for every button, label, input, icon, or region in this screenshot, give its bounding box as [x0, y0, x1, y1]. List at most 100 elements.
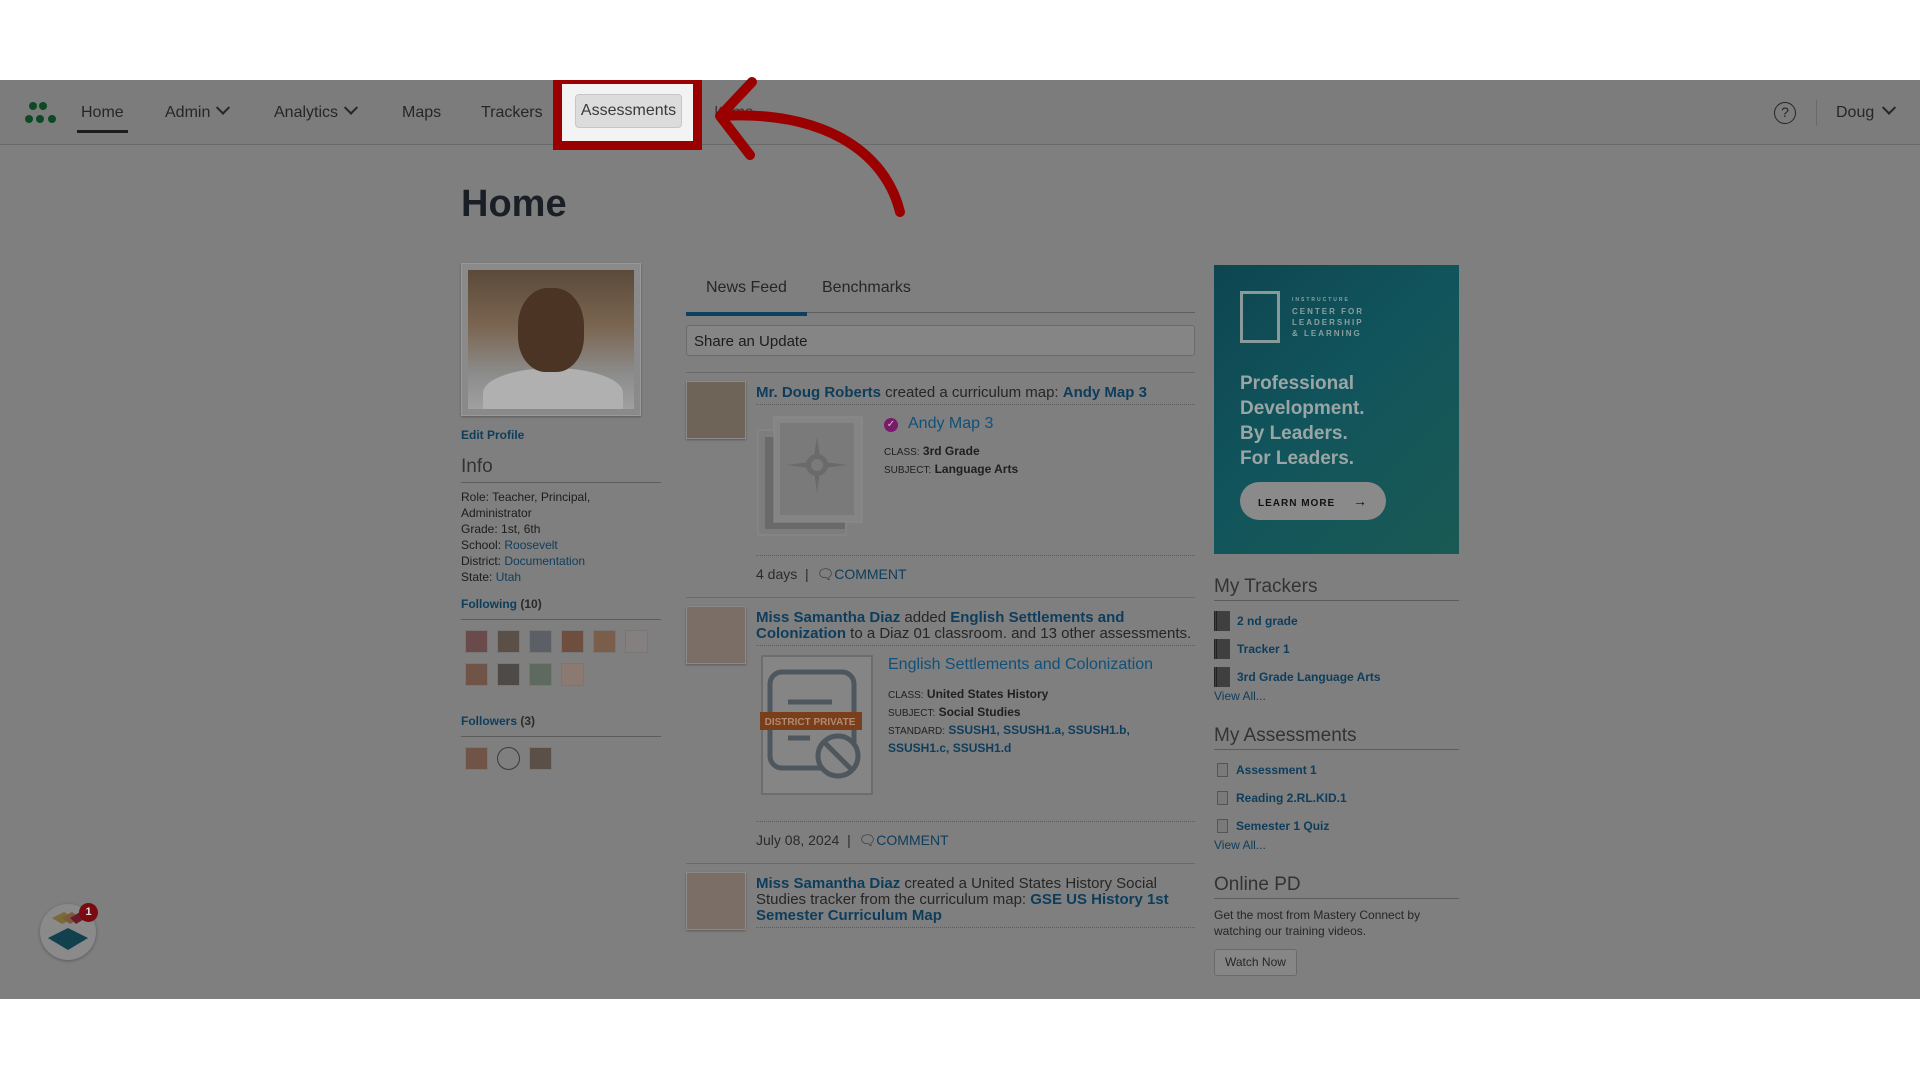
learn-more-button[interactable]: LEARN MORE → — [1240, 482, 1386, 520]
action-text: added — [900, 609, 951, 626]
curriculum-map-icon[interactable] — [756, 415, 866, 540]
document-icon — [1217, 819, 1228, 833]
feed-item-footer: July 08, 2024 | 🗨COMMENT — [756, 821, 1195, 863]
assessment-card: DISTRICT PRIVATE English Settlements and… — [756, 646, 1195, 821]
card-title-link[interactable]: Andy Map 3 — [908, 415, 993, 432]
avatar[interactable] — [465, 663, 488, 686]
avatar[interactable] — [497, 630, 520, 653]
assessments-view-all-link[interactable]: View All... — [1214, 838, 1459, 852]
nav-trackers[interactable]: Trackers — [481, 80, 543, 145]
tracker-item[interactable]: Tracker 1 — [1214, 635, 1459, 663]
district-link[interactable]: Documentation — [504, 554, 585, 568]
avatar-placeholder-icon[interactable] — [497, 747, 520, 770]
promo-brand: INSTRUCTURE CENTER FOR LEADERSHIP & LEAR… — [1292, 297, 1364, 338]
nav-analytics[interactable]: Analytics — [274, 80, 359, 145]
nav-admin[interactable]: Admin — [165, 80, 231, 145]
avatar[interactable] — [561, 630, 584, 653]
district-private-badge: DISTRICT PRIVATE — [765, 717, 856, 728]
assessments-list: Assessment 1 Reading 2.RL.KID.1 Semester… — [1214, 756, 1459, 840]
promo-banner[interactable]: INSTRUCTURE CENTER FOR LEADERSHIP & LEAR… — [1214, 265, 1459, 554]
tracker-item[interactable]: 2 nd grade — [1214, 607, 1459, 635]
school-label: School: — [461, 538, 502, 552]
avatar[interactable] — [625, 630, 648, 653]
tracker-notebook-icon — [1214, 639, 1230, 659]
followers-avatars — [461, 747, 661, 770]
tracker-item[interactable]: 3rd Grade Language Arts — [1214, 663, 1459, 691]
nav-divider — [1816, 100, 1817, 126]
feed-item: Miss Samantha Diaz added English Settlem… — [686, 598, 1195, 863]
nav-home[interactable]: Home — [77, 80, 128, 145]
feed-item-footer: 4 days | 🗨COMMENT — [756, 555, 1195, 597]
my-trackers-heading: My Trackers — [1214, 576, 1459, 601]
edit-profile-link[interactable]: Edit Profile — [461, 428, 661, 442]
avatar[interactable] — [686, 381, 746, 439]
nav-assessments[interactable]: Assessments — [575, 94, 682, 128]
avatar[interactable] — [529, 630, 552, 653]
avatar[interactable] — [593, 630, 616, 653]
actor-link[interactable]: Miss Samantha Diaz — [756, 875, 900, 892]
rest-text: to a Diaz 01 classroom. and 13 other ass… — [846, 625, 1192, 642]
watch-now-button[interactable]: Watch Now — [1214, 949, 1297, 976]
comment-icon: 🗨 — [858, 832, 877, 848]
district-private-assessment-icon[interactable]: DISTRICT PRIVATE — [760, 654, 880, 799]
comment-link[interactable]: COMMENT — [876, 832, 948, 848]
trackers-view-all-link[interactable]: View All... — [1214, 689, 1459, 703]
feed-item-headline: Mr. Doug Roberts created a curriculum ma… — [756, 373, 1195, 405]
avatar[interactable] — [529, 663, 552, 686]
comment-icon: 🗨 — [816, 566, 835, 582]
online-pd-heading: Online PD — [1214, 874, 1459, 899]
subject-value: Language Arts — [934, 462, 1019, 476]
dimmed-page: Home Admin Analytics Maps Trackers Asses… — [0, 80, 1920, 999]
timestamp: July 08, 2024 — [756, 832, 840, 848]
assessment-item[interactable]: Reading 2.RL.KID.1 — [1214, 784, 1459, 812]
mastery-logo-icon[interactable] — [24, 100, 60, 126]
share-update-input[interactable]: Share an Update — [686, 325, 1195, 356]
followers-link[interactable]: Followers — [461, 714, 517, 728]
object-link[interactable]: Andy Map 3 — [1063, 384, 1147, 401]
avatar[interactable] — [561, 663, 584, 686]
assessment-item[interactable]: Assessment 1 — [1214, 756, 1459, 784]
profile-photo — [461, 263, 641, 416]
user-menu[interactable]: Doug — [1836, 80, 1897, 145]
avatar[interactable] — [686, 606, 746, 664]
followers-count: (3) — [520, 714, 536, 728]
verified-badge-icon: ✓ — [884, 418, 898, 432]
actor-link[interactable]: Miss Samantha Diaz — [756, 609, 900, 626]
action-text: created a curriculum map: — [881, 384, 1063, 401]
news-feed: News Feed Benchmarks Share an Update Mr.… — [686, 263, 1195, 930]
notification-badge: 1 — [79, 903, 98, 922]
tab-news-feed[interactable]: News Feed — [686, 279, 807, 316]
avatar[interactable] — [529, 747, 552, 770]
avatar[interactable] — [686, 872, 746, 930]
school-link[interactable]: Roosevelt — [504, 538, 557, 552]
card-title-link[interactable]: English Settlements and Colonization — [888, 656, 1153, 674]
role-label: Role: — [461, 490, 490, 504]
actor-link[interactable]: Mr. Doug Roberts — [756, 384, 881, 401]
class-label: CLASS: — [888, 690, 924, 701]
info-heading: Info — [461, 456, 661, 483]
following-count: (10) — [520, 597, 542, 611]
avatar[interactable] — [497, 663, 520, 686]
document-icon — [1217, 763, 1228, 777]
promo-headline: Professional Development. By Leaders. Fo… — [1240, 373, 1365, 469]
cll-logo-icon — [1240, 291, 1280, 343]
annotation-arrow-icon — [715, 77, 905, 217]
comment-link[interactable]: COMMENT — [834, 566, 906, 582]
standard-label: STANDARD: — [888, 726, 946, 737]
following-link[interactable]: Following — [461, 597, 517, 611]
tracker-notebook-icon — [1214, 611, 1230, 631]
info-list: Role: Teacher, Principal, Administrator … — [461, 489, 661, 585]
feed-item-headline: Miss Samantha Diaz added English Settlem… — [756, 598, 1195, 646]
state-link[interactable]: Utah — [496, 570, 521, 584]
nav-admin-label: Admin — [165, 104, 211, 121]
help-icon[interactable]: ? — [1774, 102, 1796, 124]
tab-benchmarks[interactable]: Benchmarks — [822, 279, 911, 297]
chevron-down-icon — [1882, 100, 1897, 115]
subject-label: SUBJECT: — [884, 465, 932, 476]
nav-maps[interactable]: Maps — [402, 80, 441, 145]
avatar[interactable] — [465, 747, 488, 770]
avatar[interactable] — [465, 630, 488, 653]
feed-item: Miss Samantha Diaz created a United Stat… — [686, 864, 1195, 930]
assessment-item[interactable]: Semester 1 Quiz — [1214, 812, 1459, 840]
class-value: 3rd Grade — [922, 444, 980, 458]
